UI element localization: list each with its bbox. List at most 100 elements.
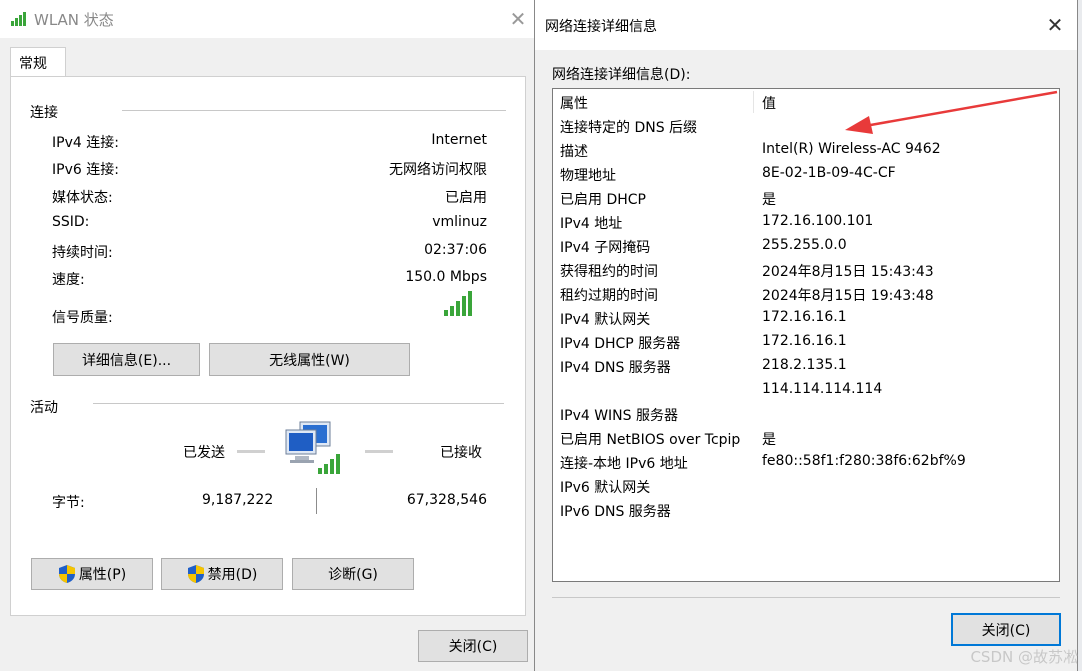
sent-line bbox=[237, 450, 265, 453]
ipv6-connection-label: IPv6 连接: bbox=[52, 162, 119, 178]
details-list-label: 网络连接详细信息(D): bbox=[552, 67, 691, 83]
value-cell: 是 bbox=[762, 192, 776, 208]
property-cell: IPv4 DNS 服务器 bbox=[560, 360, 671, 376]
duration-value: 02:37:06 bbox=[424, 242, 487, 258]
list-item[interactable]: IPv4 DHCP 服务器 172.16.16.1 bbox=[553, 331, 1059, 355]
list-item[interactable]: IPv4 地址 172.16.100.101 bbox=[553, 211, 1059, 235]
speed-label: 速度: bbox=[52, 272, 85, 288]
ssid-value: vmlinuz bbox=[432, 214, 487, 230]
uac-shield-icon bbox=[58, 565, 75, 583]
property-cell: 租约过期的时间 bbox=[560, 288, 658, 304]
list-item[interactable]: 114.114.114.114 bbox=[553, 379, 1059, 403]
value-cell: 是 bbox=[762, 432, 776, 448]
close-icon[interactable]: ✕ bbox=[505, 6, 531, 32]
list-item[interactable]: 已启用 DHCP 是 bbox=[553, 187, 1059, 211]
column-header-property[interactable]: 属性 bbox=[560, 93, 588, 113]
network-computers-icon bbox=[285, 421, 340, 474]
sent-label: 已发送 bbox=[183, 445, 225, 461]
details-divider bbox=[552, 597, 1060, 598]
details-button[interactable]: 详细信息(E)... bbox=[53, 343, 200, 376]
column-header-value[interactable]: 值 bbox=[762, 93, 776, 113]
value-cell: fe80::58f1:f280:38f6:62bf%9 bbox=[762, 453, 966, 469]
ssid-label: SSID: bbox=[52, 214, 90, 230]
close-icon[interactable]: ✕ bbox=[1042, 12, 1068, 38]
list-item[interactable]: IPv6 DNS 服务器 bbox=[553, 499, 1059, 523]
value-cell: 2024年8月15日 15:43:43 bbox=[762, 264, 934, 280]
list-item[interactable]: IPv4 WINS 服务器 bbox=[553, 403, 1059, 427]
property-cell: IPv6 默认网关 bbox=[560, 480, 651, 496]
value-cell: 172.16.100.101 bbox=[762, 213, 874, 229]
tab-general[interactable]: 常规 bbox=[10, 47, 66, 77]
properties-button-label: 属性(P) bbox=[78, 567, 127, 583]
bytes-sent-value: 9,187,222 bbox=[202, 492, 274, 508]
bytes-divider bbox=[316, 488, 317, 514]
list-item[interactable]: IPv4 子网掩码 255.255.0.0 bbox=[553, 235, 1059, 259]
disable-button-label: 禁用(D) bbox=[207, 567, 258, 583]
value-cell: 114.114.114.114 bbox=[762, 381, 883, 397]
list-item[interactable]: IPv4 DNS 服务器 218.2.135.1 bbox=[553, 355, 1059, 379]
speed-value: 150.0 Mbps bbox=[405, 269, 487, 285]
value-cell: 2024年8月15日 19:43:48 bbox=[762, 288, 934, 304]
list-item[interactable]: 物理地址 8E-02-1B-09-4C-CF bbox=[553, 163, 1059, 187]
wlan-window-title: WLAN 状态 bbox=[34, 11, 114, 29]
wlan-close-button[interactable]: 关闭(C) bbox=[418, 630, 528, 662]
list-item[interactable]: 租约过期的时间 2024年8月15日 19:43:48 bbox=[553, 283, 1059, 307]
value-cell: 172.16.16.1 bbox=[762, 309, 847, 325]
ipv4-connection-value: Internet bbox=[431, 132, 487, 148]
signal-quality-label: 信号质量: bbox=[52, 310, 113, 326]
ipv4-connection-label: IPv4 连接: bbox=[52, 135, 119, 151]
value-cell: 255.255.0.0 bbox=[762, 237, 847, 253]
value-cell: 8E-02-1B-09-4C-CF bbox=[762, 165, 896, 181]
bytes-received-value: 67,328,546 bbox=[406, 492, 487, 508]
ipv6-connection-value: 无网络访问权限 bbox=[389, 162, 487, 178]
property-cell: 已启用 DHCP bbox=[560, 192, 646, 208]
wlan-titlebar[interactable]: WLAN 状态 ✕ bbox=[0, 0, 535, 38]
wlan-status-window: WLAN 状态 ✕ 常规 连接 IPv4 连接: Internet IPv6 连… bbox=[0, 0, 536, 671]
list-item[interactable]: IPv6 默认网关 bbox=[553, 475, 1059, 499]
value-cell: Intel(R) Wireless-AC 9462 bbox=[762, 141, 941, 157]
wireless-properties-button[interactable]: 无线属性(W) bbox=[209, 343, 410, 376]
signal-bars-icon bbox=[444, 291, 472, 316]
network-details-window: 网络连接详细信息 ✕ 网络连接详细信息(D): 属性 值 连接特定的 DNS 后… bbox=[534, 0, 1078, 671]
property-cell: IPv4 WINS 服务器 bbox=[560, 408, 678, 424]
duration-label: 持续时间: bbox=[52, 245, 113, 261]
property-cell: 获得租约的时间 bbox=[560, 264, 658, 280]
list-item[interactable]: 连接-本地 IPv6 地址 fe80::58f1:f280:38f6:62bf%9 bbox=[553, 451, 1059, 475]
details-window-title: 网络连接详细信息 bbox=[545, 19, 657, 35]
list-item[interactable]: 已启用 NetBIOS over Tcpip 是 bbox=[553, 427, 1059, 451]
red-arrow bbox=[845, 90, 1058, 134]
property-cell: 已启用 NetBIOS over Tcpip bbox=[560, 432, 741, 448]
media-state-label: 媒体状态: bbox=[52, 190, 113, 206]
value-cell: 218.2.135.1 bbox=[762, 357, 847, 373]
watermark: CSDN @故苏凇 bbox=[970, 648, 1078, 666]
disable-button[interactable]: 禁用(D) bbox=[161, 558, 283, 590]
list-item[interactable]: 获得租约的时间 2024年8月15日 15:43:43 bbox=[553, 259, 1059, 283]
properties-button[interactable]: 属性(P) bbox=[31, 558, 153, 590]
property-cell: IPv6 DNS 服务器 bbox=[560, 504, 671, 520]
list-item[interactable]: IPv4 默认网关 172.16.16.1 bbox=[553, 307, 1059, 331]
property-cell: 物理地址 bbox=[560, 168, 616, 184]
property-cell: 描述 bbox=[560, 144, 588, 160]
connection-divider bbox=[122, 110, 506, 111]
property-cell: IPv4 地址 bbox=[560, 216, 623, 232]
wifi-signal-icon bbox=[11, 12, 26, 26]
property-cell: IPv4 子网掩码 bbox=[560, 240, 651, 256]
received-line bbox=[365, 450, 393, 453]
details-listview[interactable]: 属性 值 连接特定的 DNS 后缀 描述 Intel(R) Wireless-AC… bbox=[552, 88, 1060, 582]
details-close-button[interactable]: 关闭(C) bbox=[951, 613, 1061, 646]
media-state-value: 已启用 bbox=[445, 190, 487, 206]
received-label: 已接收 bbox=[440, 445, 482, 461]
connection-section-label: 连接 bbox=[30, 105, 58, 121]
property-cell: IPv4 DHCP 服务器 bbox=[560, 336, 681, 352]
diagnose-button[interactable]: 诊断(G) bbox=[292, 558, 414, 590]
uac-shield-icon bbox=[187, 565, 204, 583]
property-cell: 连接特定的 DNS 后缀 bbox=[560, 120, 698, 136]
column-separator[interactable] bbox=[753, 91, 754, 113]
activity-section-label: 活动 bbox=[30, 400, 58, 416]
details-titlebar[interactable]: 网络连接详细信息 ✕ bbox=[535, 0, 1077, 50]
value-cell: 172.16.16.1 bbox=[762, 333, 847, 349]
list-item[interactable]: 描述 Intel(R) Wireless-AC 9462 bbox=[553, 139, 1059, 163]
property-cell: IPv4 默认网关 bbox=[560, 312, 651, 328]
property-cell: 连接-本地 IPv6 地址 bbox=[560, 456, 688, 472]
bytes-label: 字节: bbox=[52, 495, 85, 511]
